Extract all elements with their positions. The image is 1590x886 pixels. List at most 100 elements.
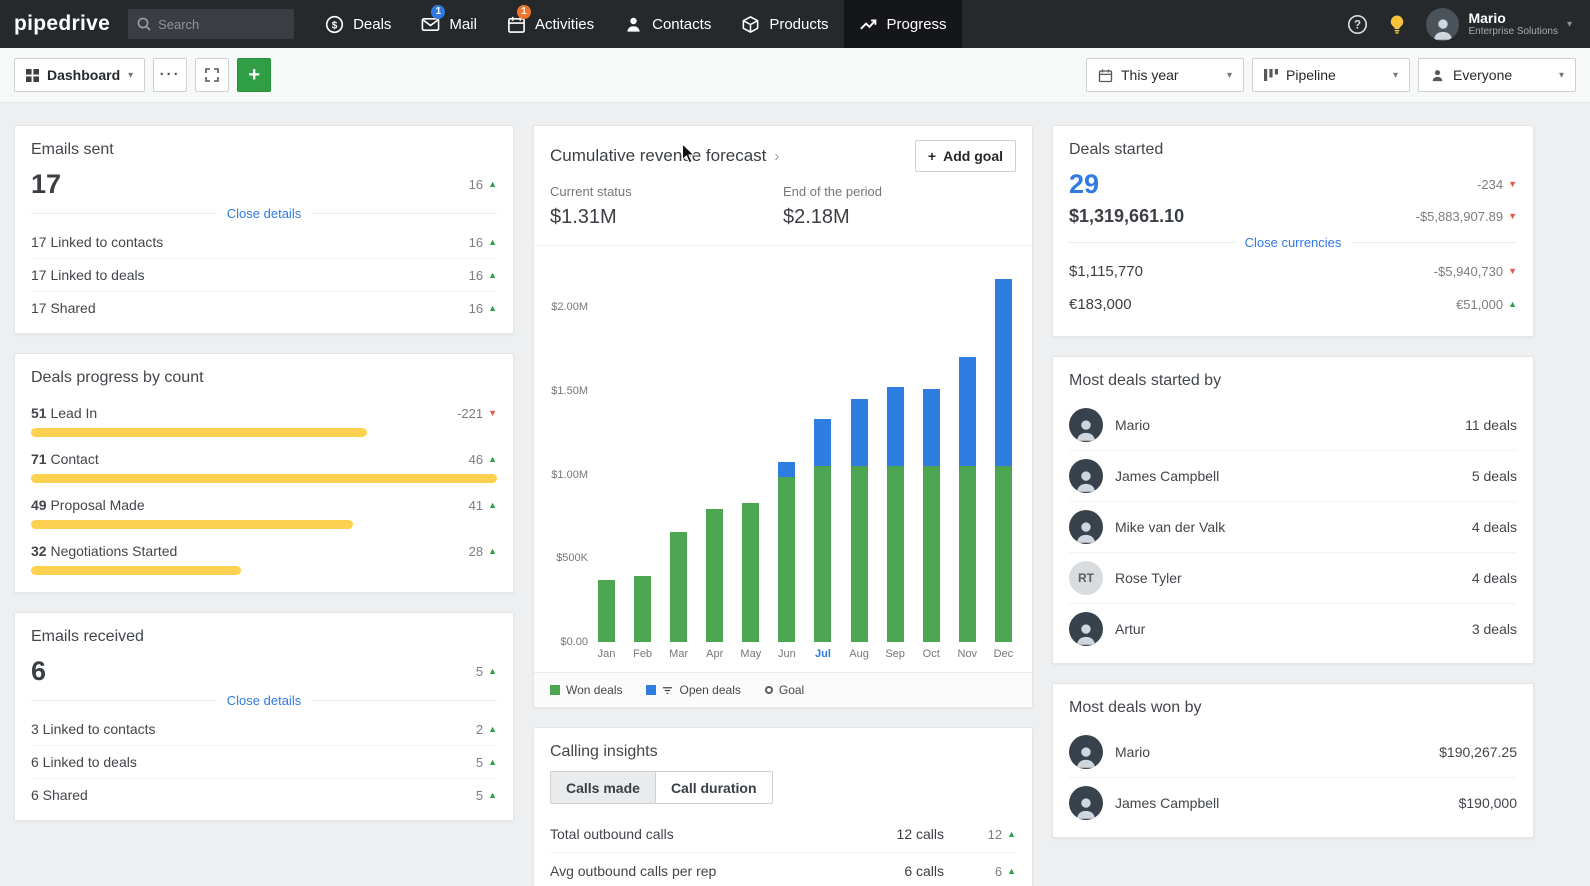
contacts-icon xyxy=(624,15,643,34)
nav-item-label: Activities xyxy=(534,15,595,33)
x-axis-label: Jun xyxy=(778,648,796,660)
add-report-button[interactable]: + xyxy=(237,58,272,92)
delta-indicator: 2 ▲ xyxy=(475,721,497,737)
close-currencies-toggle[interactable]: Close currencies xyxy=(1069,235,1518,250)
up-arrow-icon: ▲ xyxy=(488,302,497,313)
close-details-toggle[interactable]: Close details xyxy=(31,206,497,221)
chart-bar-may[interactable]: May xyxy=(740,274,761,660)
owner-filter[interactable]: Everyone ▾ xyxy=(1418,58,1576,92)
stat-label: 6 Linked to deals xyxy=(31,754,137,770)
avatar xyxy=(1069,408,1103,442)
pipedrive-logo[interactable]: pipedrive xyxy=(0,12,128,36)
chart-bar-oct[interactable]: Oct xyxy=(923,274,940,660)
chart-bar-jul[interactable]: Jul xyxy=(814,274,832,660)
person-row: James Campbell $190,000 xyxy=(1069,778,1517,822)
search-box[interactable] xyxy=(128,9,295,39)
close-details-label[interactable]: Close details xyxy=(217,693,311,708)
stat-row: 17 Linked to deals 16 ▲ xyxy=(31,259,497,292)
suggestions-bulb-icon[interactable] xyxy=(1388,14,1406,35)
delta-indicator: 16 ▲ xyxy=(468,300,497,316)
fullscreen-button[interactable] xyxy=(195,58,230,92)
delta-indicator: 12 ▲ xyxy=(987,826,1016,842)
emails-sent-card: Emails sent 17 16 ▲ Close details 17 Link… xyxy=(14,125,514,334)
grid-icon xyxy=(26,68,39,82)
person-name: Mario xyxy=(1115,744,1151,760)
chart-bar-feb[interactable]: Feb xyxy=(633,274,652,660)
deals-progress-card: Deals progress by count 51 Lead In -221 ▼ … xyxy=(14,353,514,593)
pipeline-filter[interactable]: Pipeline ▾ xyxy=(1252,58,1410,92)
open-deals-segment xyxy=(958,357,976,466)
deals-started-amount-row: $1,319,661.10 -$5,883,907.89 ▼ xyxy=(1069,206,1517,227)
user-menu[interactable]: Mario Enterprise Solutions ▾ xyxy=(1426,7,1572,41)
close-details-toggle[interactable]: Close details xyxy=(31,693,497,708)
ellipsis-icon: ··· xyxy=(159,66,181,83)
emails-sent-rows: 17 Linked to contacts 16 ▲ 17 Linked to dea… xyxy=(31,226,497,318)
close-details-label[interactable]: Close details xyxy=(217,206,311,221)
chart-bar-sep[interactable]: Sep xyxy=(885,274,905,660)
svg-text:$: $ xyxy=(332,20,338,31)
up-arrow-icon: ▲ xyxy=(488,666,497,676)
open-deals-swatch xyxy=(646,685,657,695)
person-value: 3 deals xyxy=(1471,621,1517,637)
plus-icon: + xyxy=(248,63,260,86)
period-filter-label: This year xyxy=(1121,67,1179,83)
nav-item-label: Mail xyxy=(449,15,477,33)
nav-item-activities[interactable]: 1 Activities xyxy=(492,0,609,48)
stage-label: 51 Lead In xyxy=(31,405,98,421)
nav-item-mail[interactable]: 1 Mail xyxy=(406,0,492,48)
most-deals-started-card: Most deals started by Mario 11 deals James… xyxy=(1052,356,1534,664)
legend-label: Open deals xyxy=(679,683,741,697)
tab-calls-made[interactable]: Calls made xyxy=(550,771,656,804)
current-status-label: Current status xyxy=(550,184,632,199)
chart-bar-mar[interactable]: Mar xyxy=(669,274,688,660)
x-axis-label: Jul xyxy=(815,648,831,660)
metric-label: Total outbound calls xyxy=(550,826,674,842)
legend-label: Won deals xyxy=(566,683,623,697)
end-of-period-label: End of the period xyxy=(783,184,883,199)
chart-bar-nov[interactable]: Nov xyxy=(958,274,977,660)
more-options-button[interactable]: ··· xyxy=(153,58,188,92)
stage-label: 49 Proposal Made xyxy=(31,497,145,513)
down-arrow-icon: ▼ xyxy=(1508,211,1517,221)
delta-indicator: 28 ▲ xyxy=(468,543,497,559)
nav-item-contacts[interactable]: Contacts xyxy=(609,0,726,48)
notification-badge: 1 xyxy=(431,5,446,19)
nav-item-deals[interactable]: $ Deals xyxy=(310,0,406,48)
up-arrow-icon: ▲ xyxy=(1007,865,1016,876)
chevron-down-icon: ▾ xyxy=(1392,69,1398,81)
chart-bar-jan[interactable]: Jan xyxy=(598,274,615,660)
add-goal-label: Add goal xyxy=(943,148,1003,164)
stage-label: 71 Contact xyxy=(31,451,99,467)
close-currencies-label[interactable]: Close currencies xyxy=(1235,235,1352,250)
chart-bar-dec[interactable]: Dec xyxy=(994,274,1013,660)
person-row: Mike van der Valk 4 deals xyxy=(1069,502,1517,553)
deals-started-amount: $1,319,661.10 xyxy=(1069,206,1185,226)
dashboard-selector[interactable]: Dashboard ▾ xyxy=(14,58,146,92)
revenue-forecast-card: Cumulative revenue forecast › + Add goal… xyxy=(533,125,1033,708)
down-arrow-icon: ▼ xyxy=(1508,179,1517,189)
person-name: James Campbell xyxy=(1115,795,1220,811)
up-arrow-icon: ▲ xyxy=(488,723,497,734)
nav-item-label: Progress xyxy=(886,15,947,33)
chevron-right-icon[interactable]: › xyxy=(774,148,779,165)
chart-bar-aug[interactable]: Aug xyxy=(849,274,869,660)
search-input[interactable] xyxy=(158,16,286,32)
won-deals-segment xyxy=(706,509,724,642)
delta-indicator: 5 ▲ xyxy=(475,664,497,679)
delta-indicator: -234 ▼ xyxy=(1477,177,1517,192)
chart-bar-jun[interactable]: Jun xyxy=(778,274,796,660)
card-title: Most deals started by xyxy=(1069,372,1222,389)
chart-bar-apr[interactable]: Apr xyxy=(706,274,724,660)
add-goal-button[interactable]: + Add goal xyxy=(914,140,1016,172)
person-name: Mario xyxy=(1115,417,1151,433)
person-row: Mario 11 deals xyxy=(1069,400,1517,451)
delta-indicator: 6 ▲ xyxy=(994,863,1016,879)
nav-item-products[interactable]: Products xyxy=(726,0,843,48)
fullscreen-icon xyxy=(205,68,219,82)
legend-label: Goal xyxy=(778,683,805,697)
tab-call-duration[interactable]: Call duration xyxy=(655,771,773,804)
help-icon[interactable]: ? xyxy=(1347,14,1368,35)
nav-item-progress[interactable]: Progress xyxy=(843,0,962,48)
period-filter[interactable]: This year ▾ xyxy=(1086,58,1244,92)
delta-indicator: 5 ▲ xyxy=(475,787,497,803)
